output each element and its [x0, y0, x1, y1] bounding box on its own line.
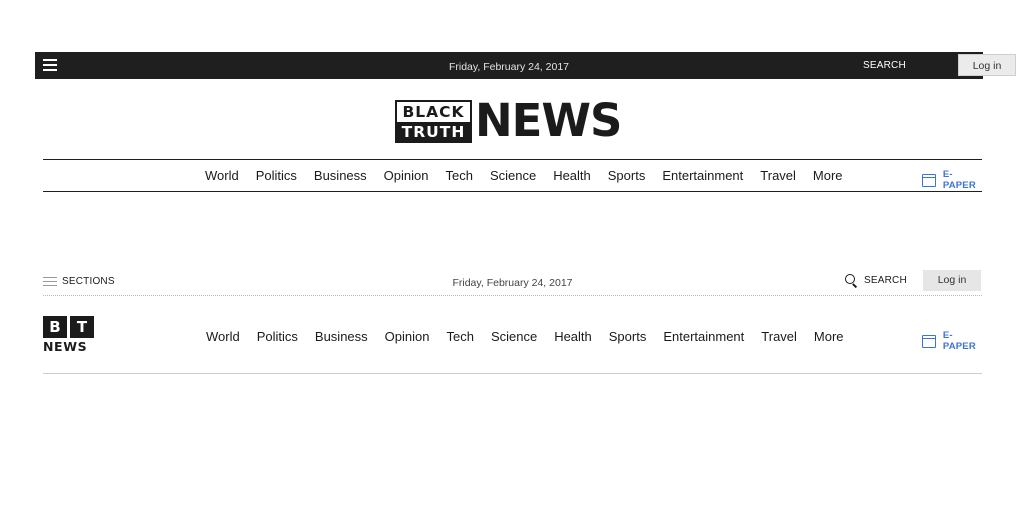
logo-letter-b: B [43, 316, 67, 338]
nav-item-travel[interactable]: Travel [760, 168, 796, 183]
epaper-label: E-PAPER [942, 330, 976, 352]
epaper-label: E-PAPER [942, 169, 976, 191]
nav-item-sports[interactable]: Sports [609, 329, 647, 344]
login-button[interactable]: Log in [958, 54, 1016, 76]
search-icon [845, 274, 858, 288]
logo-wordmark: NEWS [43, 339, 88, 354]
nav-item-health[interactable]: Health [553, 168, 591, 183]
nav-item-opinion[interactable]: Opinion [385, 329, 430, 344]
compact-nav: World Politics Business Opinion Tech Science H… [206, 300, 844, 373]
nav-item-tech[interactable]: Tech [446, 329, 473, 344]
nav-item-politics[interactable]: Politics [257, 329, 298, 344]
nav-item-travel[interactable]: Travel [761, 329, 797, 344]
nav-item-entertainment[interactable]: Entertainment [663, 329, 744, 344]
login-button[interactable]: Log in [923, 270, 981, 291]
search-label: SEARCH [864, 275, 907, 286]
nav-item-science[interactable]: Science [491, 329, 537, 344]
epaper-link[interactable]: E-PAPER [922, 169, 982, 191]
epaper-link[interactable]: E-PAPER [922, 330, 982, 352]
nav-item-world[interactable]: World [206, 329, 240, 344]
primary-nav-bar: World Politics Business Opinion Tech Science H… [43, 159, 982, 192]
nav-item-science[interactable]: Science [490, 168, 536, 183]
nav-item-business[interactable]: Business [315, 329, 368, 344]
newspaper-icon [922, 173, 936, 187]
masthead-line-black: BLACK [402, 103, 465, 121]
search-button[interactable]: SEARCH [845, 274, 907, 288]
masthead-wordmark: NEWS [475, 94, 622, 147]
current-date: Friday, February 24, 2017 [452, 277, 573, 289]
logo-letter-t: T [70, 316, 94, 338]
compact-nav-bar: B T NEWS World Politics Business Opinion Tec… [43, 300, 982, 374]
masthead-logo-box: BLACK TRUTH [395, 100, 472, 143]
search-link[interactable]: SEARCH [863, 60, 906, 71]
newspaper-icon [922, 334, 936, 348]
compact-utility-bar: SECTIONS Friday, February 24, 2017 SEARC… [43, 270, 982, 296]
top-utility-bar: Friday, February 24, 2017 SEARCH Log in [35, 52, 1016, 79]
masthead-logo[interactable]: BLACK TRUTH NEWS [395, 94, 625, 147]
nav-item-sports[interactable]: Sports [608, 168, 646, 183]
current-date: Friday, February 24, 2017 [448, 61, 570, 73]
nav-item-opinion[interactable]: Opinion [384, 168, 429, 183]
nav-item-entertainment[interactable]: Entertainment [662, 168, 743, 183]
nav-item-politics[interactable]: Politics [256, 168, 297, 183]
nav-item-health[interactable]: Health [554, 329, 592, 344]
compact-logo[interactable]: B T NEWS [43, 316, 94, 354]
nav-item-more[interactable]: More [813, 168, 843, 183]
nav-item-more[interactable]: More [814, 329, 844, 344]
nav-item-world[interactable]: World [205, 168, 239, 183]
nav-item-business[interactable]: Business [314, 168, 367, 183]
masthead-line-truth: TRUTH [397, 122, 470, 143]
nav-item-tech[interactable]: Tech [445, 168, 472, 183]
primary-nav: World Politics Business Opinion Tech Science H… [205, 160, 843, 191]
